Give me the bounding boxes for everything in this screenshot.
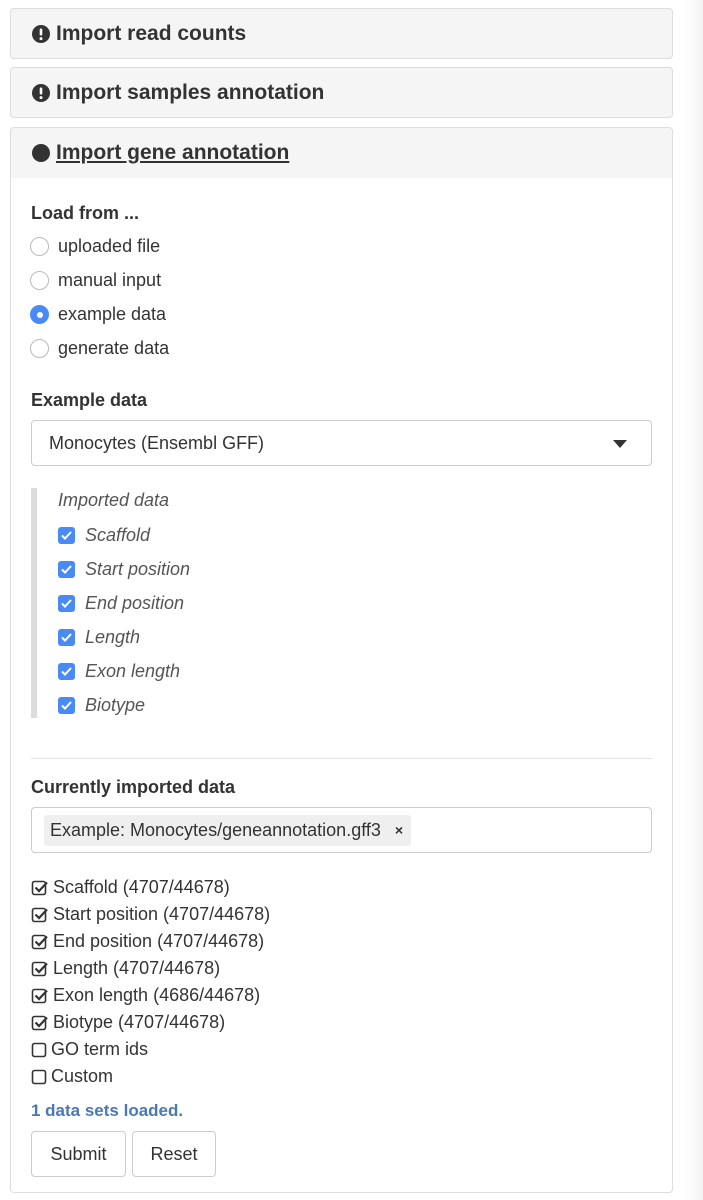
checkbox-label: Scaffold bbox=[85, 525, 151, 545]
status-go-term-ids: GO term ids bbox=[31, 1039, 148, 1060]
select-value: Monocytes (Ensembl GFF) bbox=[49, 432, 265, 453]
radio-button-selected[interactable] bbox=[30, 305, 49, 324]
remove-tag-icon[interactable]: × bbox=[395, 822, 403, 838]
check-square-icon bbox=[31, 879, 49, 897]
checkbox-label: Start position bbox=[85, 559, 191, 579]
checkbox-length[interactable]: Length bbox=[58, 627, 140, 648]
exclamation-circle-icon bbox=[32, 83, 50, 102]
checkbox-exon-length[interactable]: Exon length bbox=[58, 661, 180, 682]
checkbox-checked-icon[interactable] bbox=[58, 697, 75, 714]
empty-square-icon bbox=[31, 1068, 47, 1086]
radio-button[interactable] bbox=[30, 237, 49, 256]
radio-example-data[interactable]: example data bbox=[30, 304, 166, 325]
status-text: End position (4707/44678) bbox=[53, 931, 265, 951]
checkbox-checked-icon[interactable] bbox=[58, 561, 75, 578]
panel-import-read-counts[interactable]: Import read counts bbox=[10, 8, 673, 59]
status-end-position: End position (4707/44678) bbox=[31, 931, 264, 952]
caret-down-icon bbox=[613, 440, 627, 448]
file-tag: Example: Monocytes/geneannotation.gff3 × bbox=[44, 814, 412, 846]
checkbox-label: Length bbox=[85, 627, 141, 647]
data-sets-loaded-message: 1 data sets loaded. bbox=[31, 1101, 184, 1120]
radio-label: manual input bbox=[58, 270, 162, 290]
radio-button[interactable] bbox=[30, 339, 49, 358]
checkbox-scaffold[interactable]: Scaffold bbox=[58, 525, 150, 546]
checkbox-biotype[interactable]: Biotype bbox=[58, 695, 145, 716]
checkbox-checked-icon[interactable] bbox=[58, 527, 75, 544]
checkbox-start-position[interactable]: Start position bbox=[58, 559, 190, 580]
checkbox-label: Exon length bbox=[85, 661, 181, 681]
reset-button[interactable]: Reset bbox=[132, 1131, 216, 1177]
status-text: GO term ids bbox=[51, 1039, 149, 1059]
page-edge bbox=[685, 0, 703, 1200]
panel-title: Import gene annotation bbox=[56, 141, 290, 164]
panel-title: Import samples annotation bbox=[56, 80, 325, 104]
imported-data-title: Imported data bbox=[58, 490, 170, 510]
exclamation-circle-icon bbox=[32, 24, 50, 43]
status-text: Biotype (4707/44678) bbox=[53, 1012, 226, 1032]
radio-manual-input[interactable]: manual input bbox=[30, 270, 161, 291]
radio-button[interactable] bbox=[30, 271, 49, 290]
submit-button[interactable]: Submit bbox=[31, 1131, 126, 1177]
radio-uploaded-file[interactable]: uploaded file bbox=[30, 236, 160, 257]
panel-import-gene-annotation[interactable]: Import gene annotation bbox=[10, 127, 673, 179]
divider bbox=[31, 758, 652, 759]
checkbox-label: Biotype bbox=[85, 695, 146, 715]
check-square-icon bbox=[31, 987, 49, 1005]
status-text: Start position (4707/44678) bbox=[53, 904, 271, 924]
status-start-position: Start position (4707/44678) bbox=[31, 904, 270, 925]
status-exon-length: Exon length (4686/44678) bbox=[31, 985, 260, 1006]
radio-label: example data bbox=[58, 304, 167, 324]
empty-square-icon bbox=[31, 1041, 47, 1059]
panel-title: Import read counts bbox=[56, 21, 247, 45]
status-text: Length (4707/44678) bbox=[53, 958, 221, 978]
file-tag-label: Example: Monocytes/geneannotation.gff3 bbox=[50, 819, 381, 840]
checkbox-label: End position bbox=[85, 593, 185, 613]
status-text: Custom bbox=[51, 1066, 114, 1086]
check-square-icon bbox=[31, 1014, 49, 1032]
radio-label: uploaded file bbox=[58, 236, 161, 256]
status-custom: Custom bbox=[31, 1066, 113, 1087]
status-text: Exon length (4686/44678) bbox=[53, 985, 261, 1005]
status-biotype: Biotype (4707/44678) bbox=[31, 1012, 225, 1033]
check-square-icon bbox=[31, 906, 49, 924]
radio-label: generate data bbox=[58, 338, 170, 358]
status-length: Length (4707/44678) bbox=[31, 958, 220, 979]
imported-files-input[interactable]: Example: Monocytes/geneannotation.gff3 × bbox=[31, 807, 652, 853]
example-data-label: Example data bbox=[31, 390, 148, 410]
check-square-icon bbox=[31, 933, 49, 951]
example-data-select[interactable]: Monocytes (Ensembl GFF) bbox=[31, 420, 652, 466]
checkbox-checked-icon[interactable] bbox=[58, 663, 75, 680]
filled-circle-icon bbox=[32, 144, 50, 162]
load-from-label: Load from ... bbox=[31, 203, 139, 223]
radio-generate-data[interactable]: generate data bbox=[30, 338, 169, 359]
status-text: Scaffold (4707/44678) bbox=[53, 877, 230, 897]
panel-import-samples-annotation[interactable]: Import samples annotation bbox=[10, 67, 673, 118]
status-scaffold: Scaffold (4707/44678) bbox=[31, 877, 230, 898]
check-square-icon bbox=[31, 960, 49, 978]
checkbox-checked-icon[interactable] bbox=[58, 595, 75, 612]
currently-imported-label: Currently imported data bbox=[31, 777, 236, 797]
checkbox-end-position[interactable]: End position bbox=[58, 593, 184, 614]
checkbox-checked-icon[interactable] bbox=[58, 629, 75, 646]
